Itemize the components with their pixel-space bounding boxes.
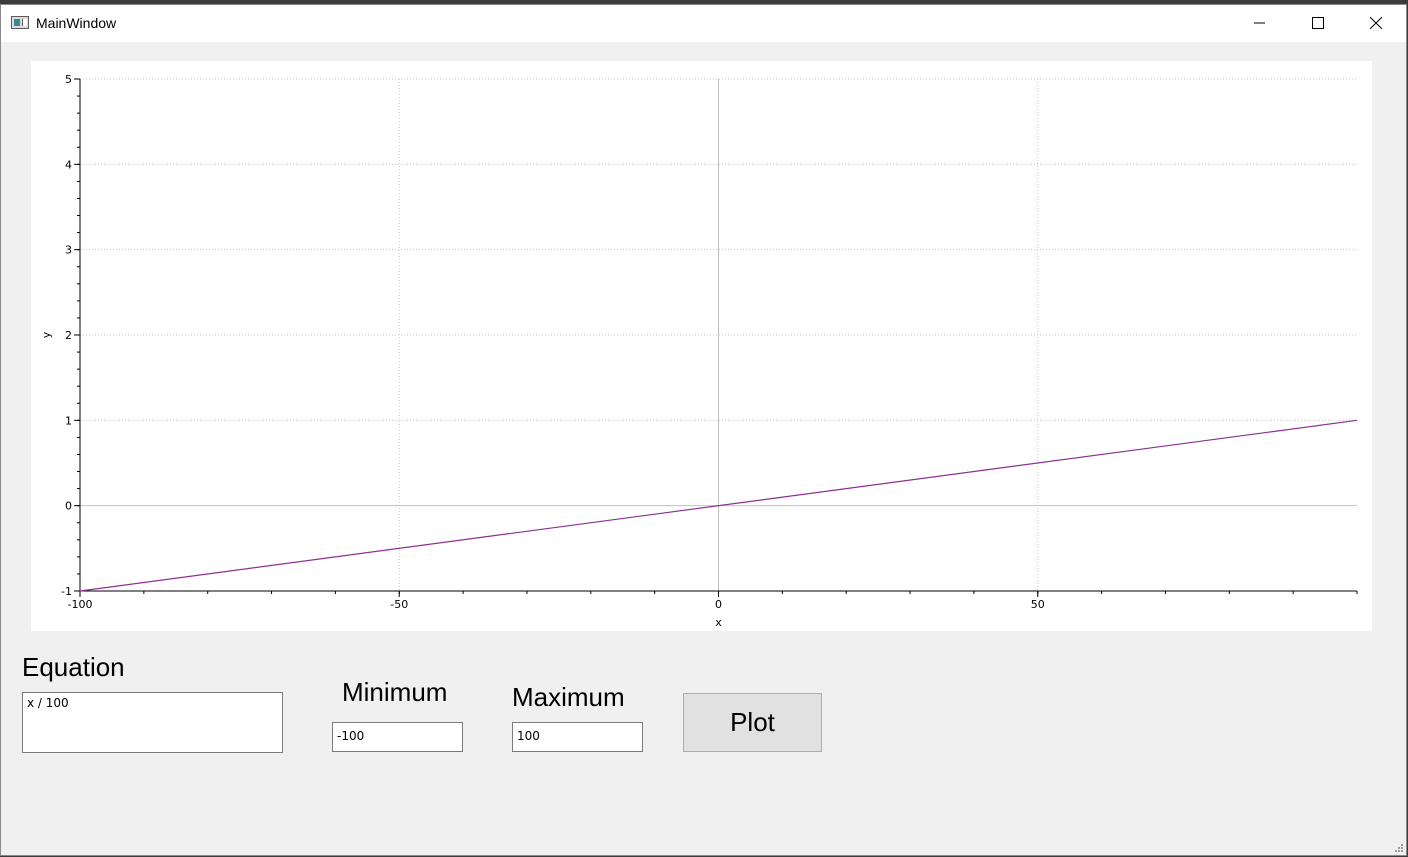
equation-label: Equation (22, 652, 125, 682)
maximize-icon (1312, 17, 1324, 29)
y-tick-label: 1 (65, 414, 72, 427)
x-tick-label: -50 (390, 598, 408, 611)
y-tick-label: 2 (65, 329, 72, 342)
equation-input[interactable]: x / 100 (22, 692, 283, 753)
minimum-label: Minimum (342, 677, 448, 707)
maximum-label: Maximum (512, 682, 625, 712)
y-tick-label: 3 (65, 244, 72, 257)
resize-grip-icon[interactable] (1394, 843, 1404, 853)
x-tick-label: 50 (1031, 598, 1045, 611)
minimize-button[interactable] (1231, 5, 1289, 42)
window-title: MainWindow (36, 15, 117, 31)
x-axis-title: x (715, 616, 722, 629)
x-tick-label: -100 (68, 598, 93, 611)
y-tick-label: 5 (65, 73, 72, 86)
y-tick-label: 0 (65, 500, 72, 513)
close-button[interactable] (1347, 5, 1405, 42)
plot-widget[interactable]: -100 -50 0 50 -1 0 1 2 3 4 5 x y (31, 61, 1372, 631)
y-axis-title: y (40, 331, 53, 338)
close-icon (1370, 17, 1382, 29)
app-icon (11, 16, 29, 29)
y-tick-label: 4 (65, 158, 72, 171)
chart-svg: -100 -50 0 50 -1 0 1 2 3 4 5 x y (40, 73, 1358, 629)
main-window: MainWindow -100 -50 0 50 -1 0 1 2 3 4 5 x y Equation… (0, 4, 1407, 856)
title-bar[interactable]: MainWindow (1, 5, 1406, 42)
minimum-input[interactable]: -100 (332, 722, 463, 752)
x-tick-label: 0 (715, 598, 722, 611)
minimize-icon (1254, 22, 1265, 24)
plot-button[interactable]: Plot (683, 693, 822, 752)
maximize-button[interactable] (1289, 5, 1347, 42)
maximum-input[interactable]: 100 (512, 722, 643, 752)
y-tick-label: -1 (61, 585, 72, 598)
